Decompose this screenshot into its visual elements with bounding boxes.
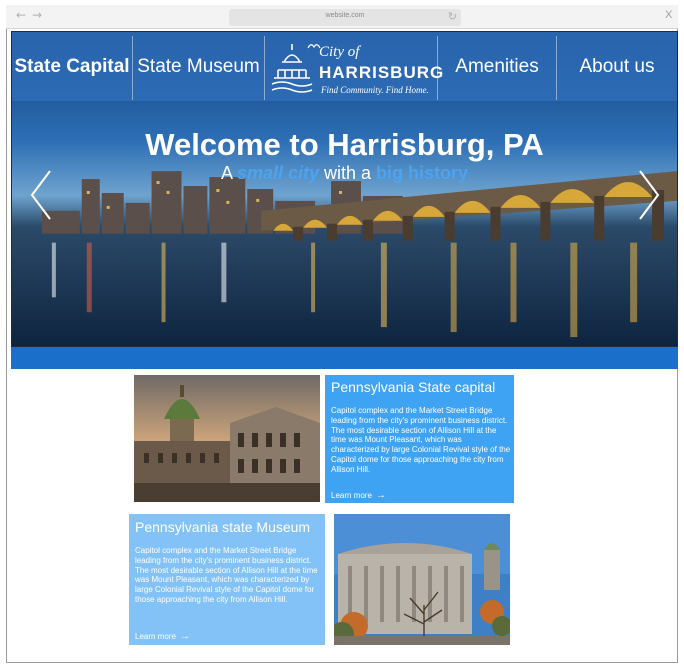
arrow-right-icon: → xyxy=(179,631,190,642)
nav-about-us[interactable]: About us xyxy=(557,32,677,101)
logo-city-name: HARRISBURG xyxy=(319,63,445,82)
close-icon[interactable]: X xyxy=(665,9,672,21)
hero-subtitle-highlight: small city xyxy=(236,163,319,183)
state-museum-photo xyxy=(334,514,510,645)
learn-more-label: Learn more xyxy=(331,491,372,500)
card-description: Capitol complex and the Market Street Br… xyxy=(331,406,511,474)
forward-arrow-icon[interactable]: → xyxy=(32,8,42,22)
state-capital-card: Pennsylvania State capital Capitol compl… xyxy=(325,375,514,503)
address-bar[interactable]: website.com ↻ xyxy=(229,9,461,26)
hero-subtitle: A small city with a big history xyxy=(12,163,677,184)
section-divider-strip xyxy=(11,347,678,369)
hero-subtitle-part: A xyxy=(220,163,237,183)
state-capitol-photo xyxy=(134,375,320,502)
city-logo[interactable]: City of HARRISBURG Find Community. Find … xyxy=(265,36,443,98)
card-title: Pennsylvania State capital xyxy=(331,379,496,395)
nav-amenities[interactable]: Amenities xyxy=(438,32,556,101)
hero-title: Welcome to Harrisburg, PA xyxy=(145,127,544,162)
card-title: Pennsylvania state Museum xyxy=(135,519,311,535)
nav-state-museum[interactable]: State Museum xyxy=(133,32,264,101)
carousel-next-icon[interactable] xyxy=(634,167,664,223)
learn-more-link[interactable]: Learn more → xyxy=(331,490,386,501)
hero-section: State Capital State Museum City of HARRI… xyxy=(11,31,678,347)
card-description: Capitol complex and the Market Street Br… xyxy=(135,546,318,604)
hero-subtitle-highlight: big history xyxy=(376,163,469,183)
address-bar-url: website.com xyxy=(325,12,365,19)
back-arrow-icon[interactable]: ← xyxy=(16,8,26,22)
carousel-prev-icon[interactable] xyxy=(26,167,56,223)
logo-city-of: City of xyxy=(319,44,360,60)
arrow-right-icon: → xyxy=(375,490,386,501)
hero-subtitle-part: with a xyxy=(319,163,377,183)
state-museum-card: Pennsylvania state Museum Capitol comple… xyxy=(129,514,325,645)
reload-icon[interactable]: ↻ xyxy=(448,10,457,23)
logo-tagline: Find Community. Find Home. xyxy=(321,85,429,95)
learn-more-link[interactable]: Learn more → xyxy=(135,631,190,642)
main-navigation: State Capital State Museum City of HARRI… xyxy=(12,32,677,101)
nav-state-capital[interactable]: State Capital xyxy=(12,32,132,101)
learn-more-label: Learn more xyxy=(135,632,176,641)
